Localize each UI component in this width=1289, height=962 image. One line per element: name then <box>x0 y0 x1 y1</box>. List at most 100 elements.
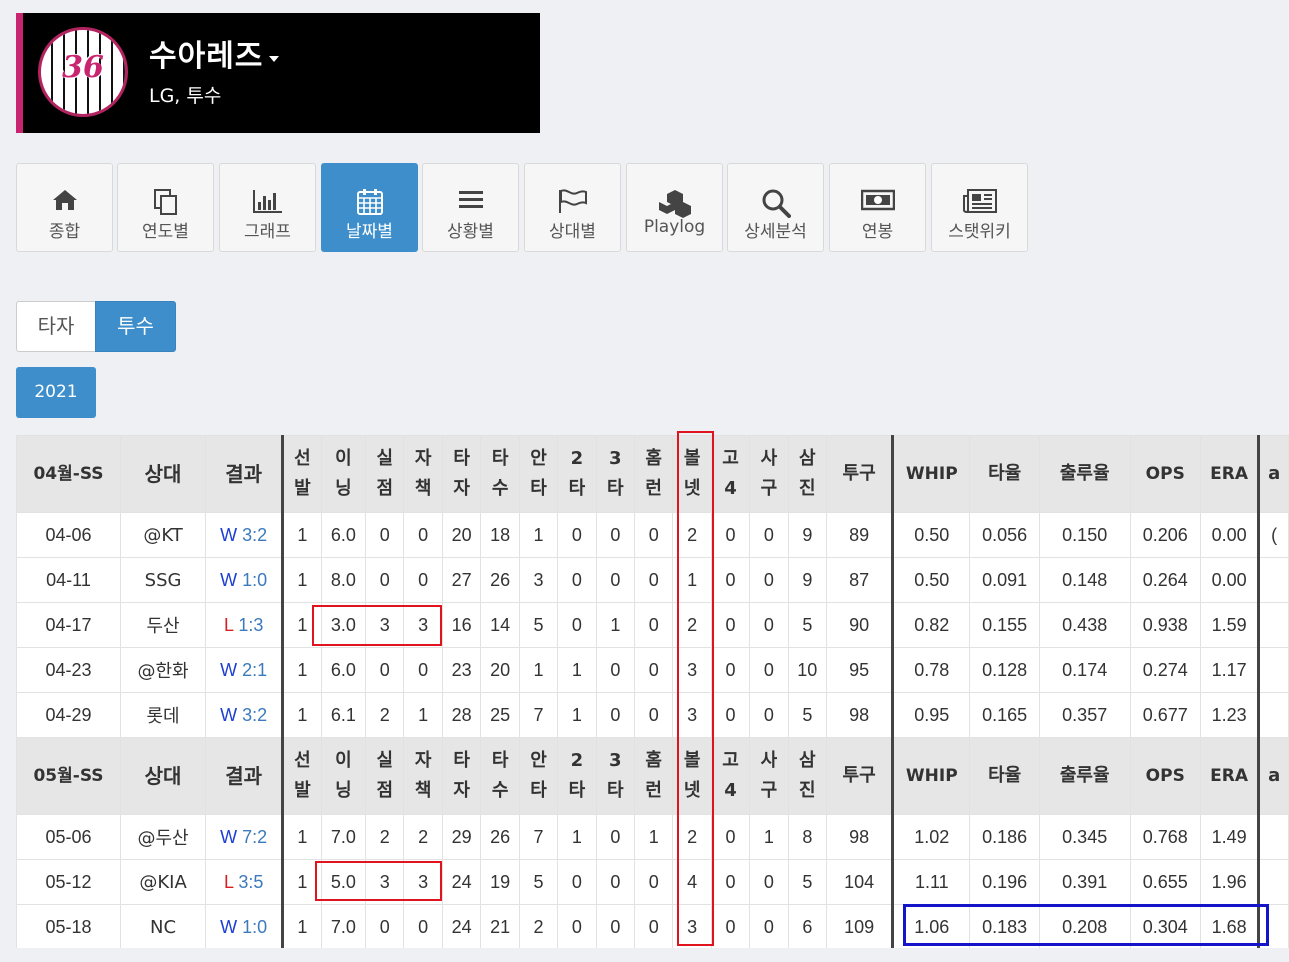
column-header: 2 타 <box>557 737 597 815</box>
table-row[interactable]: 05-12 @KIA L 3:5 1 5.0 3 3 24 19 5 0 0 0 4 0 0 5 104 1.11 0… <box>16 859 1289 905</box>
table-cell: 1.49 <box>1199 814 1260 860</box>
table-cell: 9 <box>787 557 828 603</box>
column-header: 사 구 <box>749 737 789 815</box>
column-header: 자 책 <box>403 435 443 513</box>
table-cell: 95 <box>826 647 894 693</box>
table-cell: 104 <box>826 859 894 905</box>
table-cell: 0 <box>403 557 443 603</box>
tab-label: 스탯위키 <box>948 222 1011 242</box>
column-header: a <box>1257 435 1289 513</box>
table-cell: 0 <box>634 647 674 693</box>
jersey-number: 36 <box>62 50 104 85</box>
table-cell: 0.128 <box>969 647 1040 693</box>
table-cell: 1 <box>557 814 597 860</box>
game-score-link[interactable]: 1:0 <box>242 570 267 590</box>
table-cell <box>1257 647 1289 693</box>
column-header: 투구 <box>826 737 894 815</box>
table-row[interactable]: 04-29 롯데 W 3:2 1 6.1 2 1 28 25 7 1 0 0 3 0 0 5 98 0.95 0.16… <box>16 692 1289 738</box>
toggle-pitcher[interactable]: 투수 <box>95 301 176 352</box>
table-cell: 0.274 <box>1129 647 1201 693</box>
table-cell: 0.00 <box>1199 557 1260 603</box>
table-cell: 1 <box>749 814 789 860</box>
year-button[interactable]: 2021 <box>16 367 96 418</box>
tab-label: 상황별 <box>447 222 494 242</box>
column-header: 삼 진 <box>787 435 828 513</box>
table-cell: 1 <box>281 692 322 738</box>
tab-3[interactable]: 그래프 <box>219 163 316 252</box>
table-row[interactable]: 04-06 @KT W 3:2 1 6.0 0 0 20 18 1 0 0 0 2 0 0 9 89 0.50 0.0… <box>16 512 1289 558</box>
tab-4[interactable]: 날짜별 <box>321 163 418 252</box>
game-score-link[interactable]: 3:5 <box>238 872 263 892</box>
game-score-link[interactable]: 3:2 <box>242 705 267 725</box>
tab-9[interactable]: 연봉 <box>829 163 926 252</box>
table-row[interactable]: 05-18 NC W 1:0 1 7.0 0 0 24 21 2 0 0 0 3 0 0 6 109 1.06 0.1… <box>16 904 1289 948</box>
table-cell: 3 <box>672 904 712 948</box>
table-cell: 0 <box>749 647 789 693</box>
column-header: WHIP <box>891 435 971 513</box>
table-cell: 20 <box>480 647 520 693</box>
table-cell: 0 <box>595 647 636 693</box>
tab-8[interactable]: 상세분석 <box>727 163 824 252</box>
table-header-row: 04월-SS 상대 결과 선 발이 닝실 점자 책타 자타 수안 타2 타3 타홈 런… <box>16 435 1289 513</box>
game-score-link[interactable]: 3:2 <box>242 525 267 545</box>
table-cell: 0.00 <box>1199 512 1260 558</box>
column-header: 타 수 <box>480 435 520 513</box>
table-cell: 0.50 <box>891 557 971 603</box>
table-cell: 0 <box>557 602 597 648</box>
table-cell: 98 <box>826 692 894 738</box>
table-cell: 0.196 <box>969 859 1040 905</box>
game-result: W 7:2 <box>205 814 284 860</box>
table-row[interactable]: 04-23 @한화 W 2:1 1 6.0 0 0 23 20 1 1 0 0 3 0 0 10 95 0.78 0.… <box>16 647 1289 693</box>
table-cell: 3 <box>403 602 443 648</box>
tab-10[interactable]: 스탯위키 <box>931 163 1028 252</box>
table-cell: 5 <box>787 602 828 648</box>
game-result: W 3:2 <box>205 512 284 558</box>
table-cell: 0 <box>749 859 789 905</box>
column-header: 타 자 <box>441 737 482 815</box>
tab-label: 그래프 <box>244 222 291 242</box>
tab-1[interactable]: 종합 <box>16 163 113 252</box>
column-header: 선 발 <box>281 737 322 815</box>
toggle-batter[interactable]: 타자 <box>16 301 96 352</box>
table-cell: 16 <box>441 602 482 648</box>
game-score-link[interactable]: 1:3 <box>238 615 263 635</box>
tab-5[interactable]: 상황별 <box>422 163 519 252</box>
column-header: 사 구 <box>749 435 789 513</box>
table-row[interactable]: 04-11 SSG W 1:0 1 8.0 0 0 27 26 3 0 0 0 1 0 0 9 87 0.50 0.0… <box>16 557 1289 603</box>
tab-7[interactable]: Playlog <box>626 163 723 252</box>
column-header: 삼 진 <box>787 737 828 815</box>
table-cell: 0.206 <box>1129 512 1201 558</box>
table-cell: 0.438 <box>1038 602 1131 648</box>
table-cell: 4 <box>672 859 712 905</box>
tab-6[interactable]: 상대별 <box>524 163 621 252</box>
table-cell: 1 <box>281 602 322 648</box>
game-score-link[interactable]: 2:1 <box>242 660 267 680</box>
opponent: @두산 <box>120 814 207 860</box>
table-cell: 0 <box>365 557 405 603</box>
table-cell <box>1257 557 1289 603</box>
game-date: 04-06 <box>16 512 122 558</box>
table-cell: 3 <box>672 692 712 738</box>
table-cell: 2 <box>365 692 405 738</box>
table-cell: 6 <box>787 904 828 948</box>
tab-2[interactable]: 연도별 <box>117 163 214 252</box>
table-cell <box>1257 692 1289 738</box>
table-cell: 27 <box>441 557 482 603</box>
game-result: W 1:0 <box>205 904 284 948</box>
table-cell: 23 <box>441 647 482 693</box>
table-cell: 2 <box>672 602 712 648</box>
table-cell: 1 <box>557 647 597 693</box>
player-name-dropdown[interactable]: 수아레즈 <box>149 31 280 75</box>
table-cell: 1.68 <box>1199 904 1260 948</box>
table-cell: 1 <box>281 859 322 905</box>
table-row[interactable]: 05-06 @두산 W 7:2 1 7.0 2 2 29 26 7 1 0 1 2 0 1 8 98 1.02 0.1… <box>16 814 1289 860</box>
result-letter: W <box>220 704 238 725</box>
table-cell: 1 <box>403 692 443 738</box>
opponent: 롯데 <box>120 692 207 738</box>
game-score-link[interactable]: 7:2 <box>242 827 267 847</box>
table-row[interactable]: 04-17 두산 L 1:3 1 3.0 3 3 16 14 5 0 1 0 2 0 0 5 90 0.82 0.15… <box>16 602 1289 648</box>
game-score-link[interactable]: 1:0 <box>242 917 267 937</box>
column-header: 실 점 <box>365 435 405 513</box>
table-cell: 0 <box>749 904 789 948</box>
table-cell: 0 <box>710 512 751 558</box>
